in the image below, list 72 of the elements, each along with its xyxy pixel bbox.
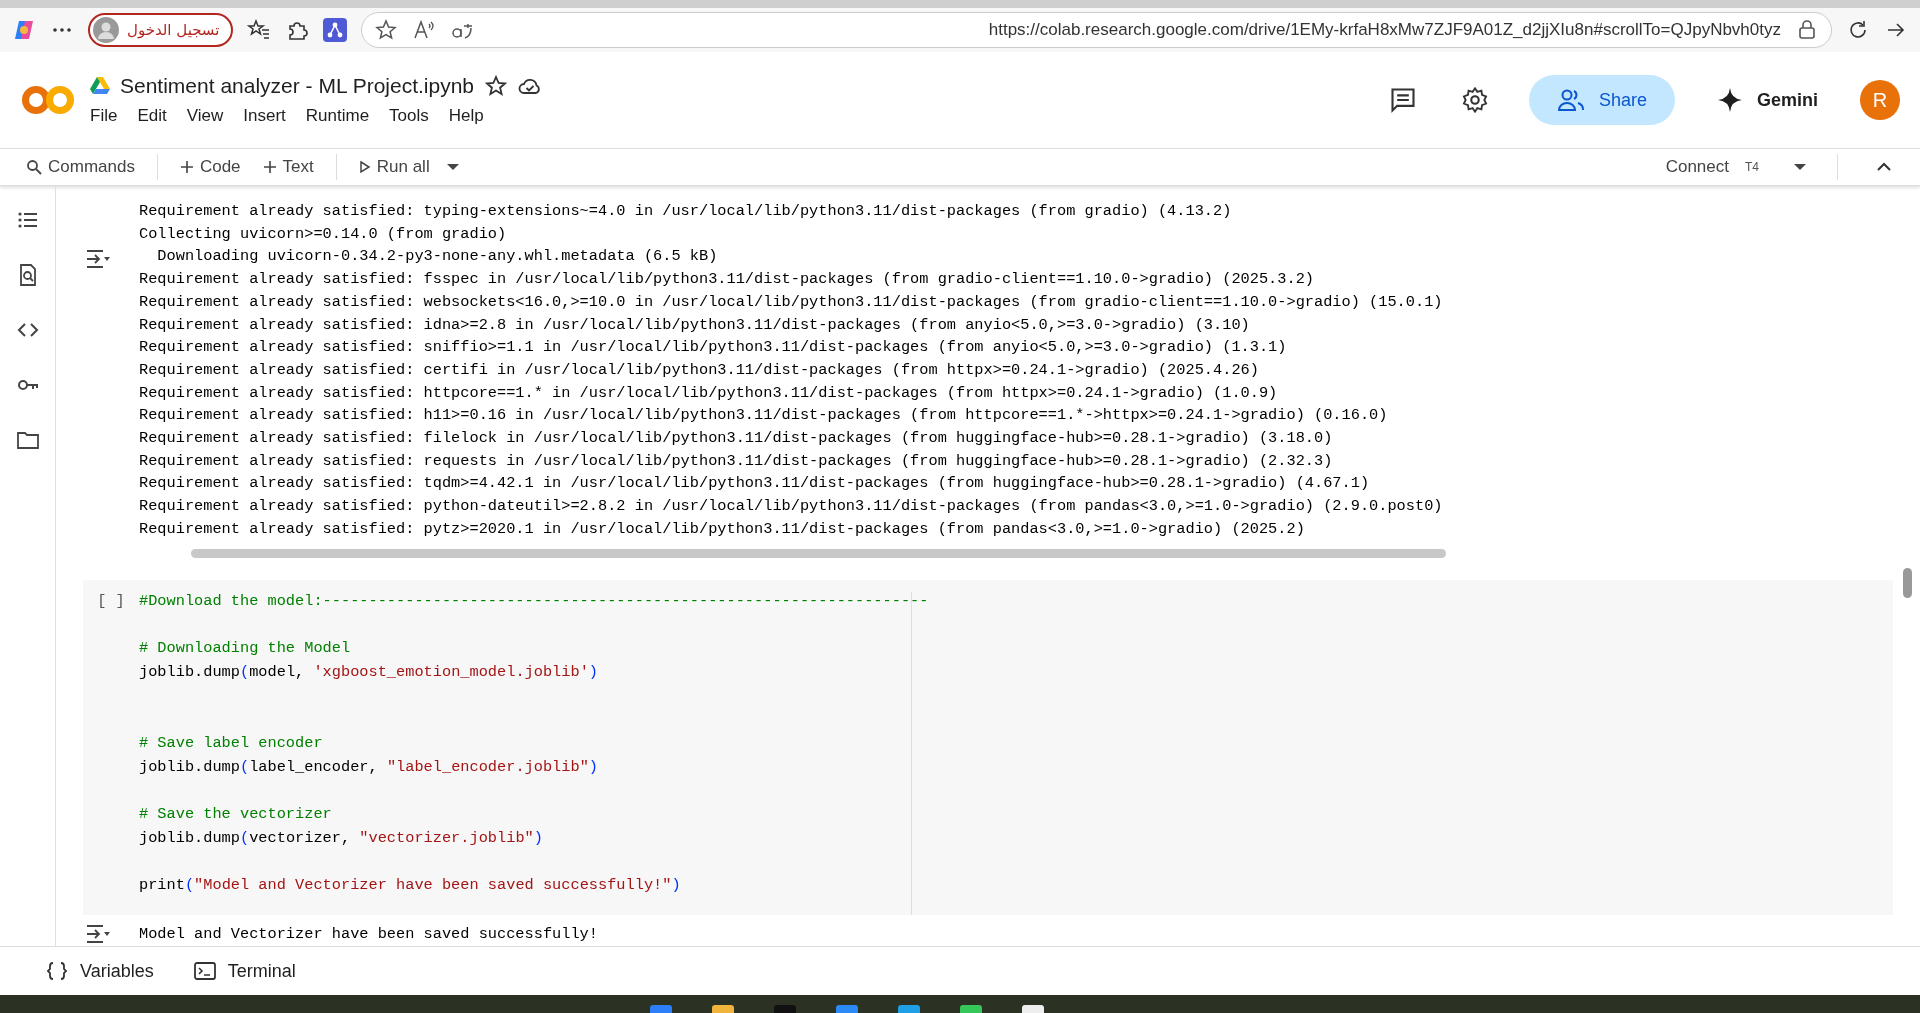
drive-icon xyxy=(90,77,110,95)
terminal-tab[interactable]: Terminal xyxy=(187,959,302,983)
execution-count[interactable]: [ ] xyxy=(97,590,125,916)
sparkle-icon xyxy=(1717,87,1743,113)
output-line: Requirement already satisfied: websockets<16.0,>=10.0 in /usr/local/lib/python3.11/dist-packages (from gradio-client==1.10.0->gradio) (15.0.1) xyxy=(139,291,1443,313)
output-toggle-icon[interactable] xyxy=(84,923,111,946)
star-icon[interactable] xyxy=(484,74,509,98)
code-line: # Save label encoder xyxy=(139,733,324,755)
horizontal-scrollbar[interactable] xyxy=(191,548,1446,558)
output-line: Requirement already satisfied: fsspec in /usr/local/lib/python3.11/dist-packages (from gradio-client==1.10.0->gradio) (2025.3.2) xyxy=(139,269,1315,291)
dropdown-caret-icon[interactable] xyxy=(1793,163,1807,171)
output-line: Requirement already satisfied: tqdm>=4.42.1 in /usr/local/lib/python3.11/dist-packages (from huggingface-hub>=0.28.1->gradio) (4.67.1) xyxy=(139,473,1371,495)
url-text[interactable]: https://colab.research.google.com/drive/1EMy-krfaH8xMw7ZJF9A01Z_d2jjXIu8n#scrollTo=QJpyNbvh0tyz xyxy=(488,20,1781,40)
plus-icon xyxy=(262,160,277,174)
menu-item[interactable]: Edit xyxy=(137,106,167,126)
address-bar[interactable]: https://colab.research.google.com/drive/1EMy-krfaH8xMw7ZJF9A01Z_d2jjXIu8n#scrollTo=QJpyNbvh0tyz xyxy=(361,12,1832,48)
comment-icon[interactable] xyxy=(1388,86,1417,114)
people-icon xyxy=(1556,88,1585,112)
braces-icon xyxy=(46,961,68,981)
output-line: Requirement already satisfied: certifi in /usr/local/lib/python3.11/dist-packages (from httpx>=0.24.1->gradio) (2025.4.26) xyxy=(139,359,1260,381)
menu-item[interactable]: Runtime xyxy=(305,106,370,126)
runtime-label: T4 xyxy=(1745,160,1759,174)
menu-item[interactable]: View xyxy=(186,106,224,126)
code-line: #Download the model:------------------------------------------------------------------ xyxy=(139,591,929,612)
play-icon xyxy=(358,160,371,174)
output-line: Requirement already satisfied: filelock in /usr/local/lib/python3.11/dist-packages (from huggingface-hub>=0.28.1->gradio) (3.18.0) xyxy=(139,428,1334,450)
search-icon xyxy=(26,159,42,175)
share-nodes-icon[interactable] xyxy=(323,18,348,42)
code-cell[interactable] xyxy=(83,580,1893,916)
output-line: Requirement already satisfied: h11>=0.16 in /usr/local/lib/python3.11/dist-packages (from httpcore==1.*->httpx>=0.24.1->gradio) (0.16.0) xyxy=(139,405,1389,427)
plus-icon xyxy=(179,160,194,174)
run-all-button[interactable]: Run all xyxy=(352,157,436,177)
collapse-icon[interactable] xyxy=(1876,162,1892,172)
connect-button[interactable]: Connect xyxy=(1659,157,1735,177)
output-line: Requirement already satisfied: python-dateutil>=2.8.2 in /usr/local/lib/python3.11/dist-packages (from pandas<3.0,>=1.0->gradio) (2.9.0.post0) xyxy=(139,496,1443,518)
settings-icon[interactable] xyxy=(1460,86,1489,114)
vertical-scrollbar[interactable] xyxy=(1903,568,1912,598)
code-line: # Downloading the Model xyxy=(139,638,352,660)
code-line: print("Model and Vectorizer have been saved successfully!") xyxy=(139,875,682,897)
menu-item[interactable]: Insert xyxy=(243,106,286,126)
output-line: Collecting uvicorn>=0.14.0 (from gradio) xyxy=(139,223,508,245)
favorites-icon[interactable] xyxy=(247,18,272,42)
code-line: joblib.dump(model, 'xgboost_emotion_model.joblib') xyxy=(139,662,599,684)
sign-in-button[interactable]: تسجيل الدخول xyxy=(88,13,234,47)
commands-button[interactable]: Commands xyxy=(20,157,141,177)
add-code-button[interactable]: Code xyxy=(173,157,247,177)
star-icon[interactable] xyxy=(374,18,399,42)
output-line: Requirement already satisfied: typing-extensions~=4.0 in /usr/local/lib/python3.11/dist-packages (from gradio) (4.13.2) xyxy=(139,201,1233,222)
output-line: Requirement already satisfied: httpcore==1.* in /usr/local/lib/python3.11/dist-packages (from httpx>=0.24.1->gradio) (1.0.9) xyxy=(139,382,1279,404)
add-text-button[interactable]: Text xyxy=(256,157,320,177)
output-line: Requirement already satisfied: idna>=2.8 in /usr/local/lib/python3.11/dist-packages (from anyio<5.0,>=3.0->gradio) (3.10) xyxy=(139,314,1251,336)
code-line: # Save the vectorizer xyxy=(139,804,333,826)
gemini-button[interactable]: Gemini xyxy=(1711,86,1824,114)
colab-logo-icon[interactable] xyxy=(22,84,74,116)
notebook-title[interactable]: Sentiment analyzer - ML Project.ipynb xyxy=(120,74,475,98)
output-line: Model and Vectorizer have been saved successfully! xyxy=(139,924,598,946)
code-line: joblib.dump(vectorizer, "vectorizer.joblib") xyxy=(139,827,544,849)
copilot-icon[interactable] xyxy=(12,18,36,42)
avatar-icon xyxy=(93,17,119,43)
menu-item[interactable]: Help xyxy=(448,106,484,126)
variables-tab[interactable]: Variables xyxy=(40,959,160,983)
share-button[interactable]: Share xyxy=(1528,75,1675,125)
code-line: joblib.dump(label_encoder, "label_encoder.joblib") xyxy=(139,756,599,778)
menu-item[interactable]: Tools xyxy=(389,106,429,126)
output-line: Requirement already satisfied: pytz>=2020.1 in /usr/local/lib/python3.11/dist-packages (from pandas<3.0,>=1.0->gradio) (2025.2) xyxy=(139,518,1306,540)
output-line: Downloading uvicorn-0.34.2-py3-none-any.whl.metadata (6.5 kB) xyxy=(156,246,719,268)
menu-item[interactable]: File xyxy=(90,106,118,126)
terminal-icon xyxy=(193,961,216,981)
output-line: Requirement already satisfied: sniffio>=1.1 in /usr/local/lib/python3.11/dist-packages (from anyio<5.0,>=3.0->gradio) (1.3.1) xyxy=(139,337,1288,359)
output-line: Requirement already satisfied: requests in /usr/local/lib/python3.11/dist-packages (from huggingface-hub>=0.28.1->gradio) (2.32.3) xyxy=(139,450,1334,472)
dropdown-caret-icon[interactable] xyxy=(445,163,460,171)
output-toggle-icon[interactable] xyxy=(84,248,111,270)
